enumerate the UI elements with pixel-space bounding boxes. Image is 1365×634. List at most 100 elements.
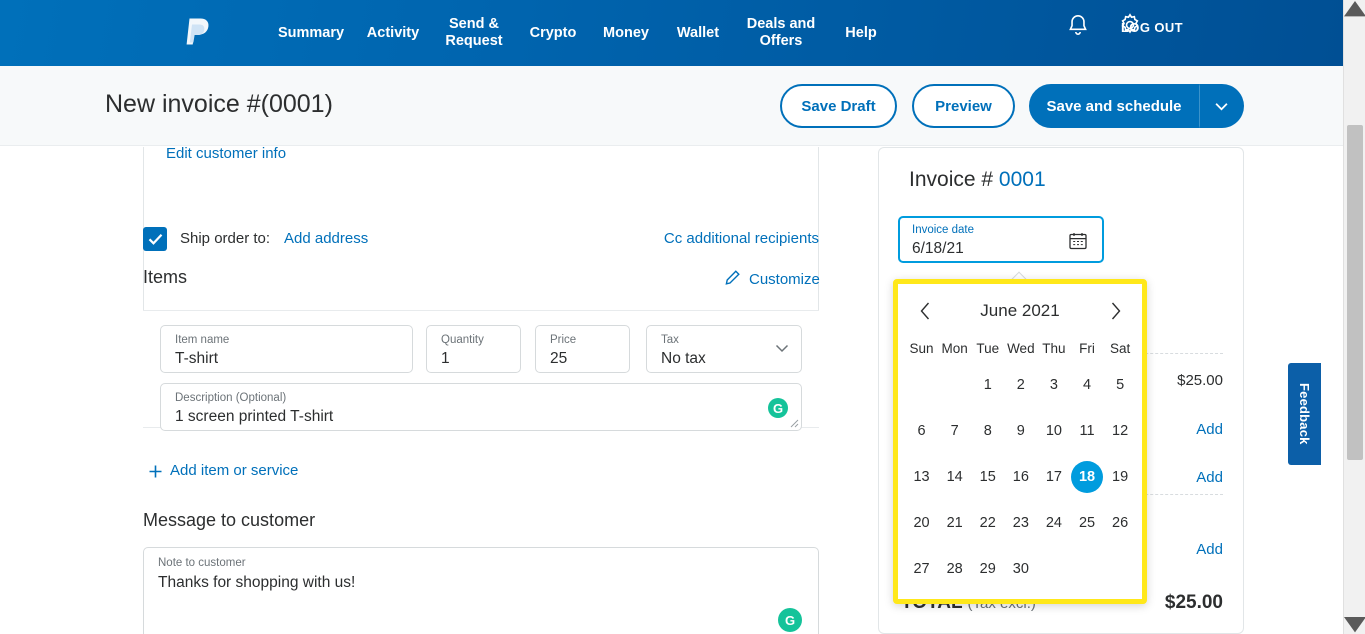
calendar-day[interactable]: 4: [1070, 362, 1103, 408]
invoice-date-label: Invoice date: [912, 224, 975, 236]
item-name-label: Item name: [175, 334, 230, 346]
calendar-day-number: 21: [946, 515, 963, 531]
page-scrollbar[interactable]: [1343, 0, 1365, 634]
calendar-day[interactable]: 24: [1037, 500, 1070, 546]
calendar-weekday: Fri: [1079, 340, 1095, 356]
pencil-icon[interactable]: [724, 269, 741, 286]
feedback-tab[interactable]: Feedback: [1288, 363, 1321, 465]
calendar-day[interactable]: 27: [905, 546, 938, 592]
logout-button[interactable]: LOG OUT: [1121, 20, 1183, 35]
invoice-summary-panel: Invoice # 0001 Invoice date 6/18/21 Subt…: [878, 147, 1244, 634]
calendar-day-number: 3: [1049, 377, 1058, 393]
scroll-down-arrow-icon[interactable]: [1344, 616, 1365, 634]
shipping-tax-add-link[interactable]: Add: [1196, 541, 1223, 558]
price-value: 25: [550, 350, 568, 367]
calendar-day[interactable]: 16: [1004, 454, 1037, 500]
calendar-day[interactable]: 6: [905, 408, 938, 454]
calendar-day[interactable]: 7: [938, 408, 971, 454]
nav-item-money[interactable]: Money: [590, 25, 662, 42]
calendar-day-number: 23: [1012, 515, 1029, 531]
nav-item-deals-and-offers[interactable]: Deals and Offers: [734, 16, 828, 50]
item-row: Item name T-shirt Quantity 1 Price 25 Ta…: [143, 310, 819, 431]
calendar-day[interactable]: 29: [971, 546, 1004, 592]
calendar-day[interactable]: 19: [1104, 454, 1137, 500]
discount-add-link[interactable]: Add: [1196, 421, 1223, 438]
calendar-day[interactable]: 15: [971, 454, 1004, 500]
nav-item-crypto[interactable]: Crypto: [516, 25, 590, 42]
quantity-value: 1: [441, 350, 450, 367]
plus-icon[interactable]: [148, 464, 163, 479]
calendar-day-number: 13: [913, 469, 930, 485]
notification-bell-icon[interactable]: [1065, 12, 1091, 38]
calendar-grid: Sun Mon Tue Wed Thu Fri Sat 1 2 3 4 5 6 7 8 9 10 11 12 13 14…: [905, 334, 1137, 592]
save-and-schedule-button[interactable]: Save and schedule: [1029, 84, 1199, 128]
nav-item-activity[interactable]: Activity: [354, 25, 432, 42]
calendar-day[interactable]: 1: [971, 362, 1004, 408]
quantity-input[interactable]: Quantity 1: [426, 325, 521, 373]
save-draft-button[interactable]: Save Draft: [780, 84, 897, 128]
calendar-day-number: 22: [979, 515, 996, 531]
subtotal-value: $25.00: [1177, 372, 1223, 389]
calendar-day-selected[interactable]: 18: [1070, 454, 1104, 500]
save-options-dropdown-button[interactable]: [1199, 84, 1244, 128]
calendar-day[interactable]: 22: [971, 500, 1004, 546]
resize-handle[interactable]: [790, 419, 799, 428]
grammarly-icon[interactable]: G: [768, 398, 788, 418]
calendar-day[interactable]: 11: [1070, 408, 1103, 454]
nav-item-wallet[interactable]: Wallet: [662, 25, 734, 42]
shipping-add-link[interactable]: Add: [1196, 469, 1223, 486]
calendar-month-title: June 2021: [980, 301, 1060, 320]
calendar-day-number: 29: [979, 561, 996, 577]
preview-button[interactable]: Preview: [912, 84, 1015, 128]
calendar-day[interactable]: 23: [1004, 500, 1037, 546]
grammarly-icon[interactable]: G: [778, 608, 802, 632]
paypal-logo[interactable]: [178, 14, 216, 52]
calendar-day[interactable]: 3: [1037, 362, 1070, 408]
calendar-day[interactable]: 17: [1037, 454, 1070, 500]
calendar-icon[interactable]: [1068, 231, 1088, 251]
calendar-day[interactable]: 13: [905, 454, 938, 500]
calendar-day-number: 15: [979, 469, 996, 485]
chevron-down-icon: [775, 344, 789, 353]
calendar-day[interactable]: 8: [971, 408, 1004, 454]
add-item-or-service-link[interactable]: Add item or service: [170, 462, 298, 479]
nav-item-summary[interactable]: Summary: [268, 25, 354, 42]
calendar-next-month-button[interactable]: [1102, 298, 1128, 324]
calendar-day-number: 6: [917, 423, 926, 439]
add-address-link[interactable]: Add address: [284, 230, 368, 247]
scroll-up-arrow-icon[interactable]: [1344, 0, 1365, 18]
calendar-day[interactable]: 25: [1070, 500, 1103, 546]
ship-order-checkbox[interactable]: [143, 227, 167, 251]
calendar-day[interactable]: 2: [1004, 362, 1037, 408]
item-name-input[interactable]: Item name T-shirt: [160, 325, 413, 373]
price-input[interactable]: Price 25: [535, 325, 630, 373]
calendar-day[interactable]: 9: [1004, 408, 1037, 454]
calendar-day[interactable]: 10: [1037, 408, 1070, 454]
description-textarea[interactable]: Description (Optional) 1 screen printed …: [160, 383, 802, 431]
tax-value: No tax: [661, 350, 706, 367]
scrollbar-thumb[interactable]: [1347, 125, 1363, 460]
edit-customer-info-link[interactable]: Edit customer info: [166, 147, 286, 162]
calendar-day[interactable]: 21: [938, 500, 971, 546]
cc-additional-recipients-link[interactable]: Cc additional recipients: [664, 230, 819, 247]
customize-link[interactable]: Customize: [749, 271, 820, 288]
calendar-day[interactable]: 20: [905, 500, 938, 546]
note-to-customer-textarea[interactable]: Note to customer Thanks for shopping wit…: [143, 547, 819, 634]
message-to-customer-heading: Message to customer: [143, 510, 316, 530]
calendar-day[interactable]: 28: [938, 546, 971, 592]
calendar-weekday: Sat: [1109, 340, 1131, 356]
calendar-day[interactable]: 26: [1104, 500, 1137, 546]
tax-select[interactable]: Tax No tax: [646, 325, 802, 373]
check-icon: [148, 233, 162, 245]
calendar-day-number: 2: [1016, 377, 1025, 393]
nav-item-send-request[interactable]: Send & Request: [432, 16, 516, 50]
invoice-number-value[interactable]: 0001: [999, 168, 1046, 191]
invoice-date-field[interactable]: Invoice date 6/18/21: [898, 216, 1104, 263]
calendar-day[interactable]: 14: [938, 454, 971, 500]
calendar-day[interactable]: 5: [1104, 362, 1137, 408]
ship-order-label: Ship order to:: [180, 230, 271, 247]
calendar-day[interactable]: 12: [1104, 408, 1137, 454]
calendar-day-number: 16: [1012, 469, 1029, 485]
calendar-day[interactable]: 30: [1004, 546, 1037, 592]
nav-item-help[interactable]: Help: [828, 25, 894, 42]
